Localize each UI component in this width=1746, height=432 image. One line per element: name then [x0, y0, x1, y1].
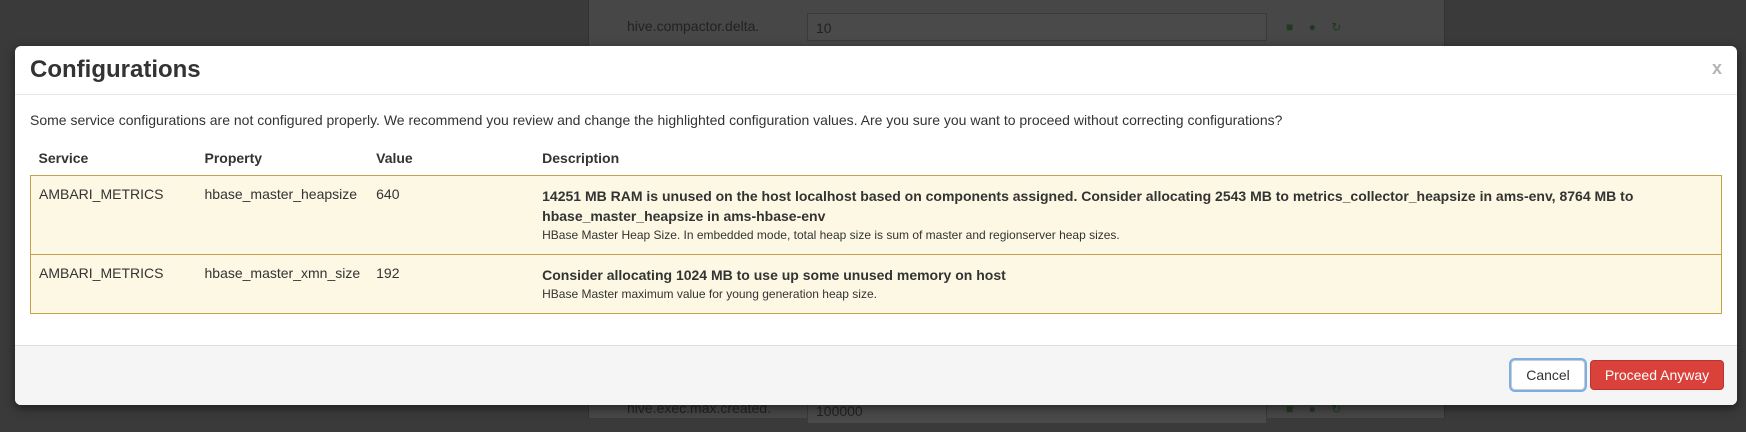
property-description: HBase Master Heap Size. In embedded mode…	[542, 228, 1120, 242]
configurations-table: Service Property Value Description AMBAR…	[30, 140, 1723, 314]
configurations-modal: Configurations x Some service configurat…	[15, 46, 1737, 405]
warning-message: Consider allocating 1024 MB to use up so…	[542, 267, 1006, 283]
background-config-row: hive.compactor.delta. 10 ■ ● ↻	[589, 0, 1444, 41]
cell-property: hbase_master_heapsize	[196, 175, 369, 255]
close-icon[interactable]: x	[1707, 58, 1727, 78]
modal-header: Configurations x	[15, 46, 1737, 95]
proceed-anyway-button[interactable]: Proceed Anyway	[1590, 360, 1724, 390]
header-service: Service	[30, 140, 197, 176]
modal-title: Configurations	[30, 56, 201, 83]
header-description: Description	[534, 140, 1722, 176]
table-row: AMBARI_METRICS hbase_master_heapsize 640…	[30, 175, 1723, 255]
cell-property: hbase_master_xmn_size	[196, 254, 369, 314]
warning-message: 14251 MB RAM is unused on the host local…	[542, 188, 1634, 224]
property-description: HBase Master maximum value for young gen…	[542, 287, 877, 301]
header-value: Value	[368, 140, 535, 176]
cancel-button[interactable]: Cancel	[1511, 360, 1585, 390]
table-row: AMBARI_METRICS hbase_master_xmn_size 192…	[30, 254, 1723, 314]
background-config-actions: ■ ● ↻	[1286, 20, 1353, 34]
refresh-icon: ↻	[1331, 20, 1342, 34]
plus-circle-icon: ●	[1308, 20, 1316, 34]
table-header-row: Service Property Value Description	[30, 140, 1722, 176]
cell-service: AMBARI_METRICS	[30, 254, 197, 314]
cell-value: 192	[368, 254, 535, 314]
modal-body: Some service configurations are not conf…	[15, 112, 1737, 314]
cell-service: AMBARI_METRICS	[30, 175, 197, 255]
background-config-label: hive.compactor.delta.	[627, 18, 760, 34]
header-property: Property	[196, 140, 369, 176]
cell-description: Consider allocating 1024 MB to use up so…	[534, 254, 1723, 314]
cell-description: 14251 MB RAM is unused on the host local…	[534, 175, 1723, 255]
background-config-input: 10	[807, 13, 1267, 41]
lock-icon: ■	[1286, 20, 1294, 34]
modal-footer: Cancel Proceed Anyway	[15, 345, 1737, 405]
intro-message: Some service configurations are not conf…	[30, 112, 1283, 128]
cell-value: 640	[368, 175, 535, 255]
